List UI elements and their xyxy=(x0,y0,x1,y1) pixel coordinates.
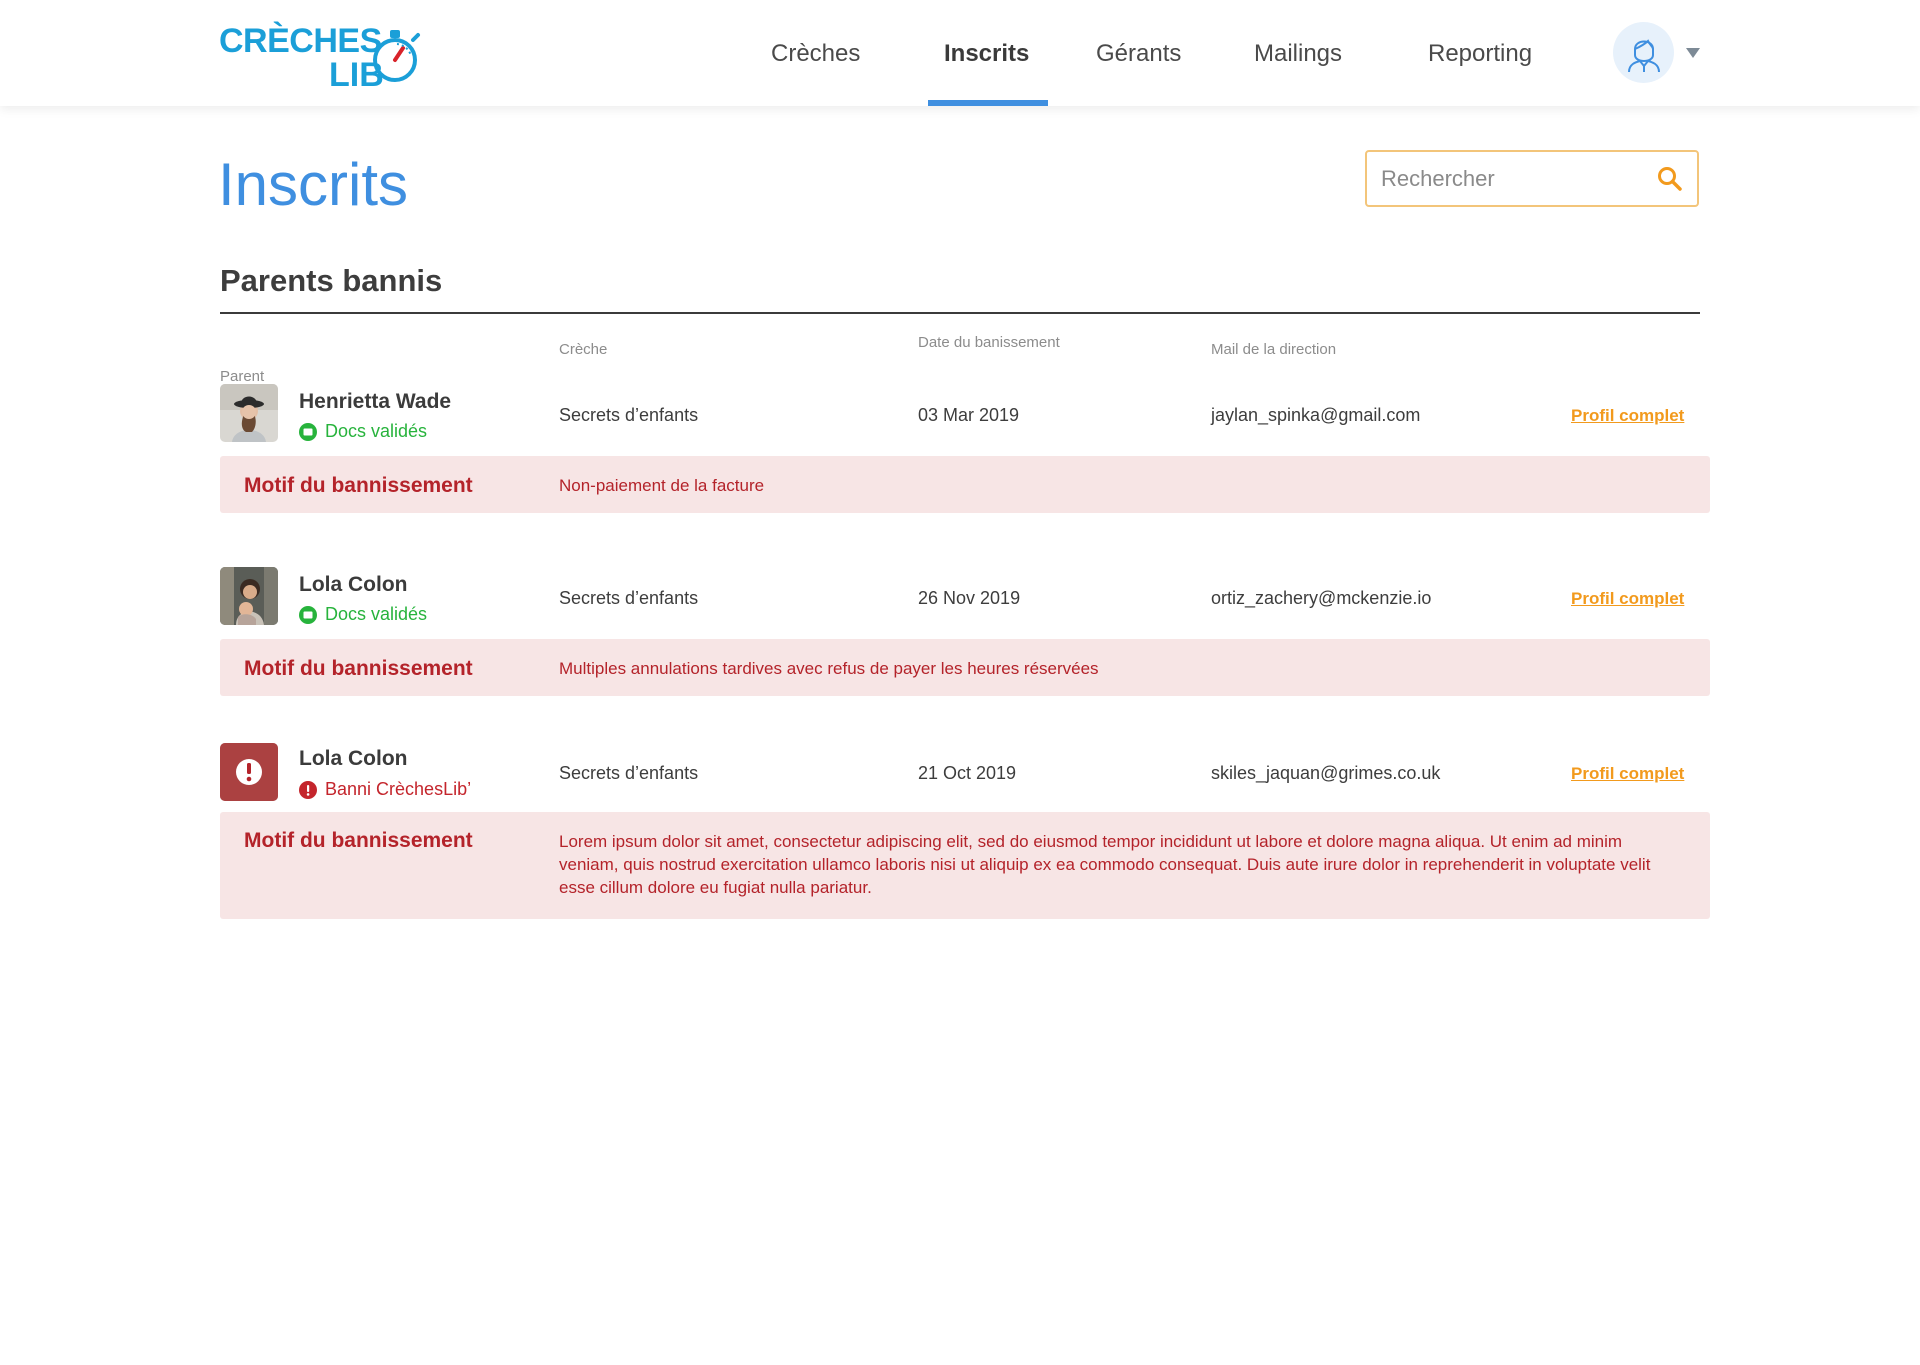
parent-name: Lola Colon xyxy=(299,747,408,770)
profile-link[interactable]: Profil complet xyxy=(1571,589,1684,609)
logo[interactable]: CRÈCHES LIB xyxy=(219,20,420,94)
nav-creches[interactable]: Crèches xyxy=(771,40,860,68)
creche-cell: Secrets d’enfants xyxy=(559,405,699,425)
search-input[interactable] xyxy=(1381,164,1651,194)
ban-reason-panel: Motif du bannissement Lorem ipsum dolor … xyxy=(220,812,1710,919)
status-label: Banni CrèchesLib’ xyxy=(325,779,472,799)
column-header-creche: Crèche xyxy=(559,341,608,358)
table-row: Henrietta Wade Docs validés Secrets d’en… xyxy=(220,384,1710,444)
search-icon[interactable] xyxy=(1657,166,1683,192)
stopwatch-icon xyxy=(373,30,420,82)
status-badge: Docs validés xyxy=(299,421,427,442)
status-badge: Banni CrèchesLib’ xyxy=(299,779,471,800)
status-label: Docs validés xyxy=(325,421,428,441)
alert-icon xyxy=(299,780,317,799)
mail-cell: ortiz_zachery@mckenzie.io xyxy=(1211,588,1432,608)
user-avatar[interactable] xyxy=(1613,22,1674,83)
status-label: Docs validés xyxy=(325,604,428,624)
page-title: Inscrits xyxy=(218,151,409,218)
ban-reason-text: Lorem ipsum dolor sit amet, consectetur … xyxy=(559,832,1651,897)
parent-photo xyxy=(220,743,278,801)
date-cell: 26 Nov 2019 xyxy=(918,588,1021,608)
nav-mailings[interactable]: Mailings xyxy=(1254,40,1342,68)
folder-check-icon xyxy=(299,422,317,441)
nav-reporting[interactable]: Reporting xyxy=(1428,40,1532,68)
nav-inscrits[interactable]: Inscrits xyxy=(944,40,1029,68)
parent-name: Henrietta Wade xyxy=(299,390,452,413)
mail-cell: jaylan_spinka@gmail.com xyxy=(1211,405,1421,425)
nav-gerants[interactable]: Gérants xyxy=(1096,40,1181,68)
creche-cell: Secrets d’enfants xyxy=(559,588,699,608)
ban-reason-text: Multiples annulations tardives avec refu… xyxy=(559,659,1099,678)
mail-cell: skiles_jaquan@grimes.co.uk xyxy=(1211,763,1441,783)
parent-photo xyxy=(220,567,278,625)
creche-cell: Secrets d’enfants xyxy=(559,763,699,783)
profile-link[interactable]: Profil complet xyxy=(1571,764,1684,784)
parent-name: Lola Colon xyxy=(299,573,408,596)
ban-reason-panel: Motif du bannissement Multiples annulati… xyxy=(220,639,1710,696)
ban-reason-label: Motif du bannissement xyxy=(244,657,473,680)
column-header-mail: Mail de la direction xyxy=(1211,341,1337,358)
table-row: Lola Colon Docs validés Secrets d’enfant… xyxy=(220,567,1710,627)
date-cell: 03 Mar 2019 xyxy=(918,405,1020,425)
ban-reason-panel: Motif du bannissement Non-paiement de la… xyxy=(220,456,1710,513)
profile-link[interactable]: Profil complet xyxy=(1571,406,1684,426)
top-navbar: CRÈCHES LIB Crèches Inscrits Gérants Mai… xyxy=(0,0,1920,106)
active-tab-indicator xyxy=(928,100,1048,106)
table-row: Lola Colon Banni CrèchesLib’ Secrets d’e… xyxy=(220,743,1710,803)
folder-check-icon xyxy=(299,605,317,624)
search-box xyxy=(1365,150,1699,207)
ban-reason-label: Motif du bannissement xyxy=(244,829,473,852)
section-title: Parents bannis xyxy=(220,263,443,298)
status-badge: Docs validés xyxy=(299,604,427,625)
column-header-date: Date du banissement xyxy=(918,334,1060,351)
ban-reason-text: Non-paiement de la facture xyxy=(559,476,765,495)
date-cell: 21 Oct 2019 xyxy=(918,763,1017,783)
ban-reason-label: Motif du bannissement xyxy=(244,474,473,497)
parent-photo xyxy=(220,384,278,442)
section-divider xyxy=(220,312,1700,314)
column-header-parent: Parent xyxy=(220,368,265,385)
user-menu-chevron-down-icon[interactable] xyxy=(1686,48,1700,58)
user-avatar-icon xyxy=(1627,38,1660,72)
